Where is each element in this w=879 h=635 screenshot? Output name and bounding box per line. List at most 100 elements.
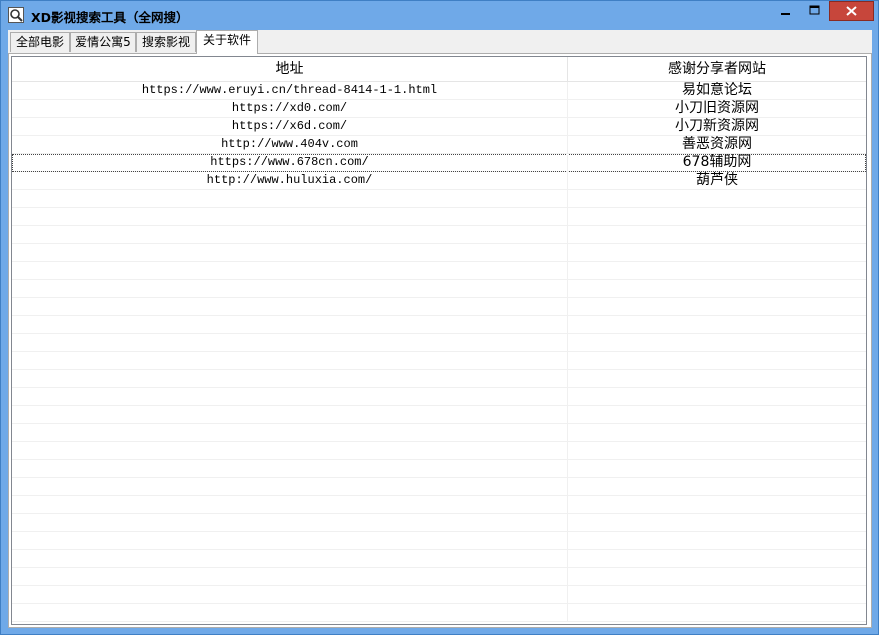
cell-thanks-site [568,316,866,334]
cell-thanks-site [568,352,866,370]
cell-address [12,586,568,604]
cell-thanks-site [568,568,866,586]
cell-address: https://www.eruyi.cn/thread-8414-1-1.htm… [12,82,568,100]
cell-thanks-site: 善恶资源网 [568,136,866,154]
cell-address [12,388,568,406]
table-row[interactable] [12,262,866,280]
table-row[interactable] [12,208,866,226]
cell-thanks-site [568,388,866,406]
table-row[interactable] [12,226,866,244]
table-row[interactable]: https://www.eruyi.cn/thread-8414-1-1.htm… [12,82,866,100]
table-row[interactable] [12,280,866,298]
table-row[interactable] [12,244,866,262]
cell-address [12,244,568,262]
cell-address [12,370,568,388]
tab-search-video[interactable]: 搜索影视 [136,32,196,52]
table-row[interactable]: http://www.404v.com 善恶资源网 [12,136,866,154]
cell-address [12,226,568,244]
table-row[interactable]: https://xd0.com/小刀旧资源网 [12,100,866,118]
cell-thanks-site [568,478,866,496]
column-header-thanks-site[interactable]: 感谢分享者网站 [568,57,866,81]
table-row[interactable] [12,388,866,406]
cell-address [12,460,568,478]
cell-thanks-site [568,460,866,478]
cell-address [12,334,568,352]
table-row[interactable] [12,514,866,532]
cell-address: https://www.678cn.com/ [12,154,568,172]
tab-about-software[interactable]: 关于软件 [196,30,258,54]
cell-address [12,208,568,226]
cell-address [12,190,568,208]
cell-thanks-site [568,280,866,298]
tab-ipartment-5[interactable]: 爱情公寓5 [70,32,136,52]
cell-thanks-site [568,514,866,532]
table-row[interactable] [12,442,866,460]
app-window: XD影视搜索工具（全网搜） 全部电影 爱情公寓5 搜索影视 关于软件 地址 感谢… [0,0,879,635]
cell-thanks-site [568,226,866,244]
cell-address [12,514,568,532]
sites-table[interactable]: 地址 感谢分享者网站 https://www.eruyi.cn/thread-8… [11,56,867,625]
table-row[interactable] [12,532,866,550]
cell-thanks-site: 小刀旧资源网 [568,100,866,118]
cell-thanks-site [568,550,866,568]
table-row[interactable] [12,316,866,334]
cell-address [12,478,568,496]
table-row[interactable] [12,460,866,478]
table-row[interactable] [12,370,866,388]
cell-thanks-site [568,298,866,316]
table-row[interactable] [12,586,866,604]
cell-address [12,442,568,460]
cell-thanks-site [568,424,866,442]
cell-address [12,352,568,370]
cell-thanks-site [568,334,866,352]
table-row[interactable] [12,334,866,352]
cell-thanks-site [568,244,866,262]
cell-thanks-site [568,604,866,622]
cell-address [12,604,568,622]
table-row[interactable] [12,604,866,622]
cell-address [12,298,568,316]
table-row[interactable] [12,568,866,586]
column-header-address[interactable]: 地址 [12,57,568,81]
cell-address: https://x6d.com/ [12,118,568,136]
cell-thanks-site: 小刀新资源网 [568,118,866,136]
tab-bar: 全部电影 爱情公寓5 搜索影视 关于软件 [8,30,872,54]
table-row[interactable] [12,406,866,424]
cell-address [12,262,568,280]
table-row[interactable] [12,496,866,514]
cell-address: http://www.huluxia.com/ [12,172,568,190]
window-title: XD影视搜索工具（全网搜） [31,10,189,25]
maximize-icon [809,5,820,15]
tab-all-movies[interactable]: 全部电影 [10,32,70,52]
cell-thanks-site [568,370,866,388]
table-row[interactable] [12,424,866,442]
cell-thanks-site [568,586,866,604]
minimize-button[interactable] [771,1,801,21]
table-row[interactable] [12,478,866,496]
cell-address [12,316,568,334]
table-row[interactable] [12,352,866,370]
cell-address [12,532,568,550]
table-row[interactable] [12,190,866,208]
cell-address: http://www.404v.com [12,136,568,154]
cell-address [12,406,568,424]
table-row[interactable]: http://www.huluxia.com/葫芦侠 [12,172,866,190]
title-bar[interactable]: XD影视搜索工具（全网搜） [1,1,878,29]
close-button[interactable] [829,1,874,21]
table-row[interactable]: https://x6d.com/小刀新资源网 [12,118,866,136]
client-area: 全部电影 爱情公寓5 搜索影视 关于软件 地址 感谢分享者网站 https://… [8,30,872,628]
cell-thanks-site: 葫芦侠 [568,172,866,190]
table-row[interactable] [12,550,866,568]
cell-thanks-site [568,496,866,514]
cell-address [12,280,568,298]
table-body: https://www.eruyi.cn/thread-8414-1-1.htm… [12,82,866,622]
cell-thanks-site [568,406,866,424]
maximize-button[interactable] [801,1,828,21]
close-icon [846,6,857,16]
cell-address [12,550,568,568]
table-row[interactable]: https://www.678cn.com/678辅助网 [12,154,866,172]
cell-address [12,496,568,514]
tab-panel-about: 地址 感谢分享者网站 https://www.eruyi.cn/thread-8… [8,53,872,628]
cell-address: https://xd0.com/ [12,100,568,118]
table-row[interactable] [12,298,866,316]
